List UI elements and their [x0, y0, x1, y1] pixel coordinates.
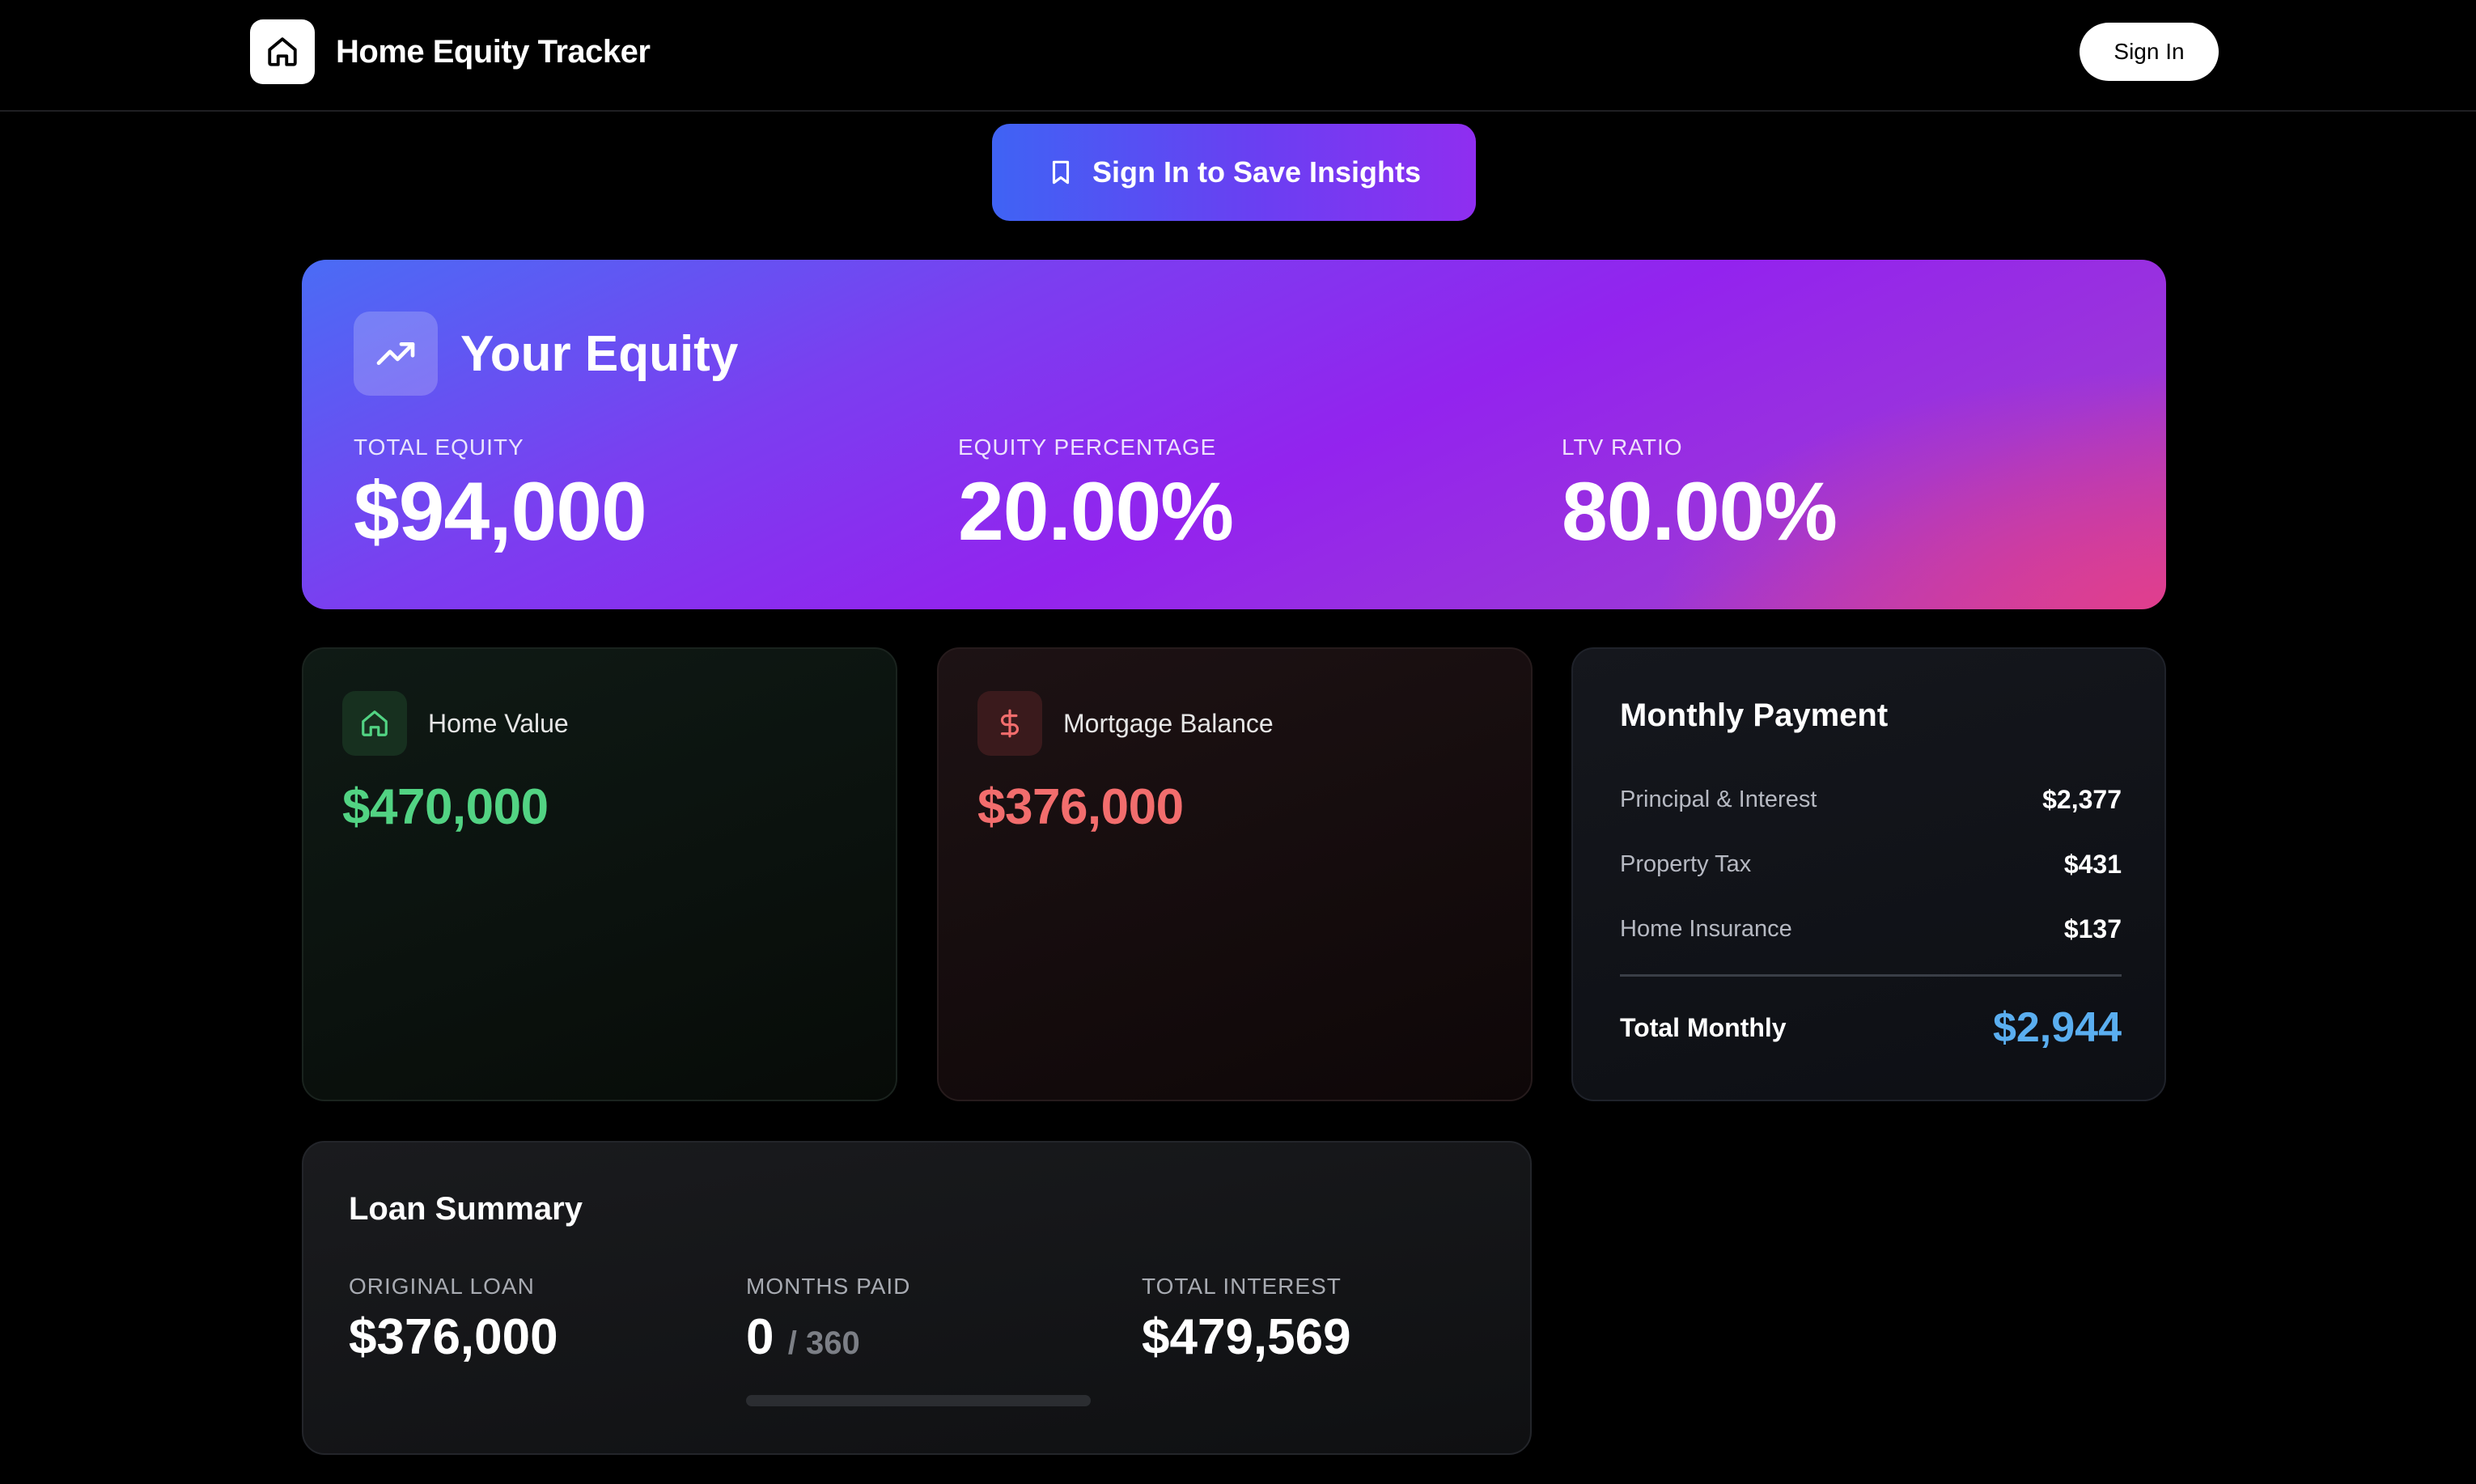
- mortgage-balance-label: Mortgage Balance: [1063, 708, 1274, 738]
- total-equity-label: TOTAL EQUITY: [354, 435, 524, 460]
- total-equity-metric: TOTAL EQUITY $94,000: [354, 435, 647, 553]
- equity-header: Your Equity: [354, 312, 738, 396]
- total-equity-value: $94,000: [354, 465, 647, 558]
- home-value-amount: $470,000: [342, 779, 549, 835]
- total-interest-value: $479,569: [1142, 1309, 1351, 1365]
- trending-up-icon: [354, 312, 438, 396]
- loan-summary-card: Loan Summary ORIGINAL LOAN $376,000 MONT…: [302, 1141, 1532, 1455]
- app-title: Home Equity Tracker: [336, 33, 651, 70]
- home-icon: [250, 19, 315, 84]
- original-loan-metric: ORIGINAL LOAN $376,000: [349, 1274, 558, 1363]
- equity-percentage-label: EQUITY PERCENTAGE: [958, 435, 1217, 460]
- payment-row-name: Home Insurance: [1620, 916, 1792, 942]
- total-interest-metric: TOTAL INTEREST $479,569: [1142, 1274, 1351, 1363]
- total-interest-label: TOTAL INTEREST: [1142, 1274, 1342, 1299]
- top-header: Home Equity Tracker Sign In: [0, 0, 2476, 112]
- original-loan-value: $376,000: [349, 1309, 558, 1365]
- home-value-label: Home Value: [428, 708, 569, 738]
- bookmark-icon: [1047, 157, 1075, 188]
- total-monthly-label: Total Monthly: [1620, 1012, 1787, 1042]
- home-value-card: Home Value $470,000: [302, 647, 897, 1101]
- original-loan-label: ORIGINAL LOAN: [349, 1274, 535, 1299]
- sign-in-button[interactable]: Sign In: [2080, 23, 2219, 81]
- months-paid-value-row: 0 / 360: [746, 1312, 910, 1363]
- save-insights-button[interactable]: Sign In to Save Insights: [992, 124, 1476, 221]
- home-value-header: Home Value: [342, 691, 569, 756]
- equity-percentage-value: 20.00%: [958, 465, 1234, 558]
- brand[interactable]: Home Equity Tracker: [250, 19, 651, 84]
- payment-row: Home Insurance $137: [1620, 914, 2122, 944]
- months-paid-metric: MONTHS PAID 0 / 360: [746, 1274, 910, 1363]
- ltv-ratio-metric: LTV RATIO 80.00%: [1562, 435, 1838, 558]
- total-monthly-amount: $2,944: [1992, 1004, 2122, 1051]
- dollar-icon: [977, 691, 1042, 756]
- mortgage-balance-amount: $376,000: [977, 779, 1184, 835]
- equity-title: Your Equity: [460, 325, 739, 382]
- total-monthly-row: Total Monthly $2,944: [1620, 1003, 2122, 1052]
- save-insights-label: Sign In to Save Insights: [1092, 155, 1422, 189]
- months-paid-value: 0: [746, 1309, 774, 1365]
- payment-row: Property Tax $431: [1620, 850, 2122, 880]
- payment-row-name: Property Tax: [1620, 851, 1752, 877]
- payment-row-amount: $137: [2063, 914, 2122, 943]
- months-paid-label: MONTHS PAID: [746, 1274, 911, 1299]
- equity-percentage-metric: EQUITY PERCENTAGE 20.00%: [958, 435, 1234, 558]
- mortgage-balance-header: Mortgage Balance: [977, 691, 1274, 756]
- months-paid-progress-bar: [746, 1395, 1091, 1406]
- payment-row-amount: $431: [2063, 850, 2122, 879]
- loan-summary-title: Loan Summary: [349, 1191, 583, 1227]
- ltv-ratio-value: 80.00%: [1562, 465, 1838, 558]
- mortgage-balance-card: Mortgage Balance $376,000: [937, 647, 1533, 1101]
- payment-divider: [1620, 974, 2122, 977]
- home-icon: [342, 691, 407, 756]
- payment-row: Principal & Interest $2,377: [1620, 785, 2122, 815]
- equity-card: Your Equity TOTAL EQUITY $94,000 EQUITY …: [302, 260, 2166, 609]
- payment-row-name: Principal & Interest: [1620, 787, 1817, 812]
- monthly-payment-card: Monthly Payment Principal & Interest $2,…: [1571, 647, 2166, 1101]
- ltv-ratio-label: LTV RATIO: [1562, 435, 1683, 460]
- months-total: / 360: [787, 1325, 860, 1361]
- monthly-payment-title: Monthly Payment: [1620, 697, 1889, 733]
- payment-row-amount: $2,377: [2042, 785, 2122, 814]
